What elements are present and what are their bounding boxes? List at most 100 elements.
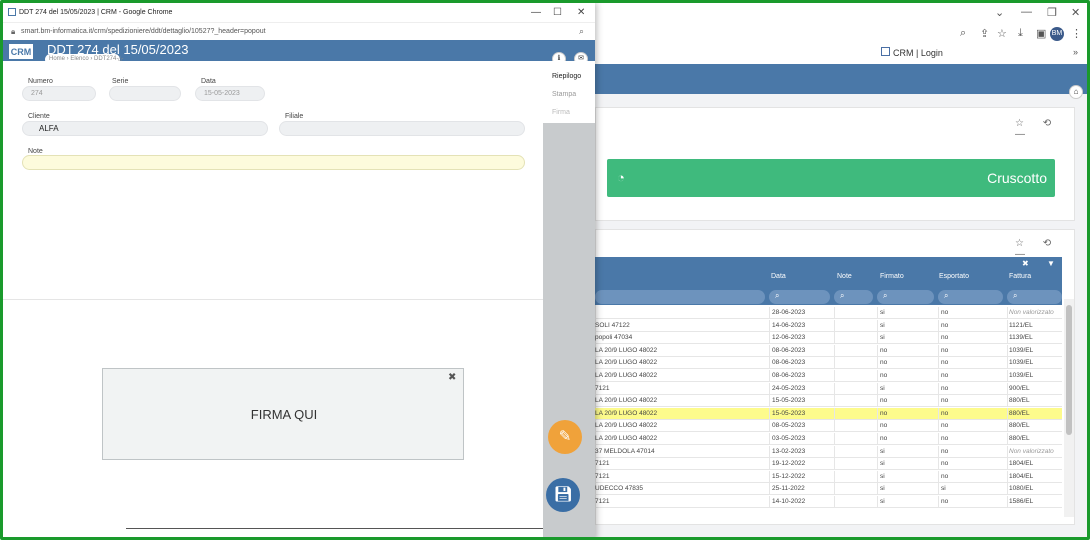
tab-riepilogo[interactable]: Riepilogo — [552, 73, 581, 80]
table-row[interactable]: 7121 19-12-2022 si no 1804/EL — [595, 458, 1062, 471]
cell-cliente: LA 20/9 LUGO 48022 — [595, 359, 658, 367]
cell-firmato: si — [880, 321, 885, 329]
maximize-icon[interactable]: ❐ — [1047, 6, 1057, 19]
filter-esportato[interactable]: ⌕ — [938, 290, 1003, 304]
zoom-icon[interactable]: ⌕ — [579, 26, 584, 37]
cell-divider — [769, 433, 770, 445]
cell-esportato: no — [941, 498, 949, 505]
table-row[interactable]: 37 MELDOLA 47014 13-02-2023 si no Non valori… — [595, 445, 1062, 458]
signature-prompt: FIRMA QUI — [250, 407, 318, 422]
table-row[interactable]: LA 20/9 LUGO 48022 08-06-2023 no no 1039/EL — [595, 357, 1062, 370]
note-field[interactable] — [22, 155, 525, 170]
bookmark-star-icon[interactable]: ☆ — [997, 27, 1007, 40]
table-row[interactable]: SOLI 47122 14-06-2023 si no 1121/EL — [595, 319, 1062, 332]
close-icon[interactable]: ✕ — [1071, 6, 1080, 19]
serie-field[interactable] — [109, 86, 181, 101]
cell-esportato: no — [941, 460, 949, 468]
cell-divider — [769, 395, 770, 408]
table-row[interactable]: LA 20/9 LUGO 48022 15-05-2023 no no 880/EL — [595, 407, 1062, 420]
table-row[interactable]: LA 20/9 LUGO 48022 08-06-2023 no no 1039/EL — [595, 344, 1062, 357]
share-icon[interactable]: ⇪ — [980, 27, 989, 40]
col-fattura[interactable]: Fattura — [1009, 273, 1031, 280]
popup-url[interactable]: smart.bm-informatica.it/crm/spedizionier… — [21, 28, 266, 35]
chevron-right-icon[interactable]: » — [1073, 47, 1078, 57]
table-row[interactable]: LA 20/9 LUGO 48022 08-05-2023 no no 880/EL — [595, 420, 1062, 433]
cell-fattura: 880/EL — [1009, 409, 1030, 417]
table-row[interactable]: LA 20/9 LUGO 48022 03-05-2023 no no 880/EL — [595, 433, 1062, 445]
cell-fattura: 1039/EL — [1009, 359, 1034, 367]
cell-firmato: si — [880, 472, 885, 480]
cell-divider — [769, 370, 770, 382]
filiale-field[interactable] — [279, 121, 525, 136]
cruscotto-button[interactable]: ◔ Cruscotto — [607, 159, 1055, 197]
search-icon: ⌕ — [1013, 291, 1018, 300]
grid-scrollbar-thumb[interactable] — [1066, 305, 1072, 435]
cell-divider — [1007, 470, 1008, 483]
cell-fattura: 1804/EL — [1009, 472, 1034, 480]
tab-stampa[interactable]: Stampa — [552, 91, 576, 98]
clear-filter-icon[interactable]: ✖ — [1022, 259, 1029, 268]
filter-fattura[interactable]: ⌕ — [1007, 290, 1062, 304]
close-icon[interactable]: ✖ — [448, 372, 456, 383]
data-field[interactable]: 15-05-2023 — [195, 86, 265, 101]
signature-box[interactable]: FIRMA QUI — [102, 368, 464, 460]
cell-divider — [938, 458, 939, 471]
table-row[interactable]: 7121 14-10-2022 si no 1586/EL — [595, 496, 1062, 508]
bookmark-crm-login[interactable]: CRM | Login — [893, 48, 943, 58]
cell-divider — [834, 420, 835, 433]
cell-divider — [834, 370, 835, 382]
cell-firmato: si — [880, 384, 885, 392]
table-row[interactable]: popoli 47034 12-06-2023 si no 1139/EL — [595, 332, 1062, 345]
col-data[interactable]: Data — [771, 273, 786, 280]
filter-firmato[interactable]: ⌕ — [877, 290, 934, 304]
minimize-icon[interactable]: — — [1021, 6, 1032, 18]
table-row[interactable]: LA 20/9 LUGO 48022 08-06-2023 no no 1039/EL — [595, 370, 1062, 382]
edit-button[interactable]: ✎ — [548, 420, 582, 454]
download-icon[interactable]: ⤓ — [1018, 27, 1023, 40]
filter-note[interactable]: ⌕ — [834, 290, 873, 304]
cell-divider — [834, 344, 835, 357]
table-row[interactable]: UDECCO 47835 25-11-2022 si si 1080/EL — [595, 483, 1062, 496]
cliente-field[interactable]: ALFA — [22, 121, 268, 136]
cell-divider — [769, 307, 770, 319]
close-icon[interactable]: ✕ — [577, 7, 585, 18]
cell-divider — [877, 470, 878, 483]
filter-icon[interactable]: ▼ — [1047, 259, 1055, 268]
numero-field[interactable]: 274 — [22, 86, 96, 101]
chevron-down-icon[interactable]: ⌄ — [995, 6, 1004, 19]
cell-divider — [834, 319, 835, 332]
save-button[interactable]: 💾︎ — [546, 478, 580, 512]
sidepanel-icon[interactable]: ▣ — [1036, 27, 1046, 40]
search-icon: ⌕ — [840, 291, 845, 300]
cell-fattura: 1804/EL — [1009, 460, 1034, 468]
cell-data: 28-06-2023 — [772, 309, 806, 316]
table-row[interactable]: LA 20/9 LUGO 48022 15-05-2023 no no 880/EL — [595, 395, 1062, 408]
col-esportato[interactable]: Esportato — [939, 273, 969, 280]
cell-data: 19-12-2022 — [772, 460, 806, 468]
col-firmato[interactable]: Firmato — [880, 273, 904, 280]
table-row[interactable]: 7121 24-05-2023 si no 900/EL — [595, 382, 1062, 395]
filter-cliente[interactable] — [595, 290, 765, 304]
maximize-icon[interactable]: ☐ — [553, 7, 562, 18]
search-icon: ⌕ — [883, 291, 888, 300]
table-row[interactable]: 7121 15-12-2022 si no 1804/EL — [595, 470, 1062, 483]
menu-icon[interactable]: ⋮ — [1071, 27, 1082, 40]
col-note[interactable]: Note — [837, 273, 852, 280]
cell-divider — [877, 332, 878, 345]
home-icon[interactable]: ⌂ — [1069, 85, 1083, 99]
cell-esportato: no — [941, 384, 949, 392]
table-row[interactable]: 28-06-2023 si no Non valorizzato — [595, 307, 1062, 319]
filter-data[interactable]: ⌕ — [769, 290, 830, 304]
zoom-icon[interactable]: ⌕ — [960, 27, 966, 40]
cell-data: 14-06-2023 — [772, 321, 806, 329]
tab-firma[interactable]: Firma — [552, 109, 570, 116]
cell-firmato: no — [880, 359, 888, 367]
popup-address-bar[interactable]: 🔒︎ smart.bm-informatica.it/crm/spedizion… — [3, 23, 595, 40]
cell-divider — [1007, 445, 1008, 458]
cell-divider — [877, 483, 878, 496]
panel-tools[interactable]: ☆ ⟲ — — [1015, 118, 1087, 140]
cell-cliente: LA 20/9 LUGO 48022 — [595, 397, 658, 405]
cell-divider — [938, 496, 939, 508]
avatar[interactable]: BM — [1050, 27, 1064, 41]
minimize-icon[interactable]: — — [531, 7, 541, 18]
